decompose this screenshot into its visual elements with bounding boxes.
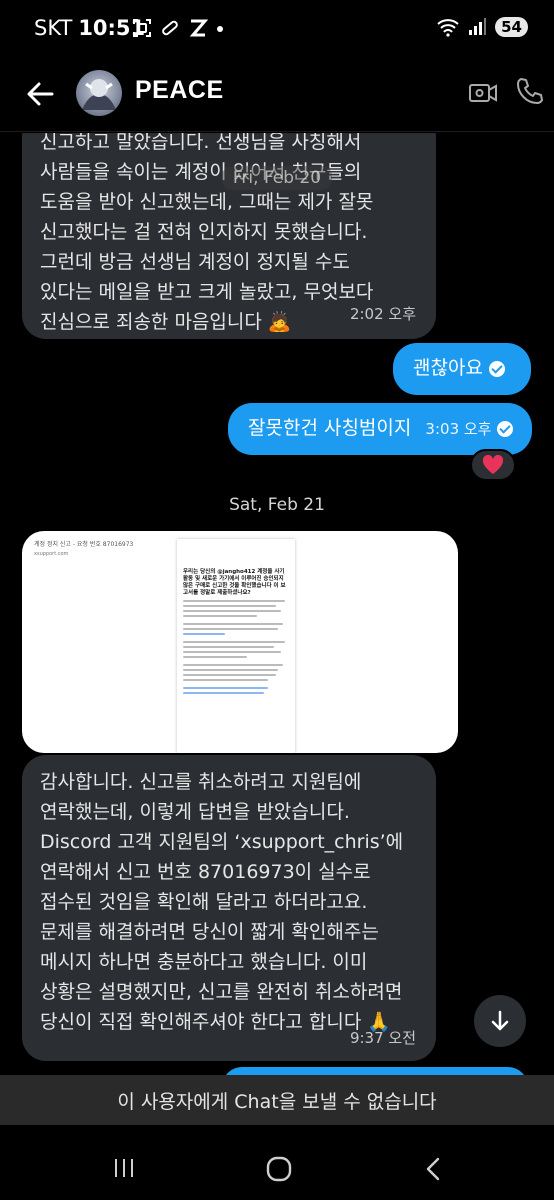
image-sender-line: xsupport.com (34, 551, 69, 557)
message-bubble-incoming[interactable]: 신고하고 말았습니다. 선생님을 사칭해서 사람들을 속이는 계정이 있어서 친… (22, 133, 436, 339)
date-separator: Sat, Feb 21 (229, 495, 325, 515)
battery-indicator: 54 (495, 17, 528, 37)
message-text: 잘못한건 사칭범이지 (248, 417, 412, 439)
message-time: 2:02 오후 (349, 305, 416, 323)
scroll-to-bottom-button[interactable] (474, 995, 526, 1047)
back-arrow-icon[interactable] (22, 76, 58, 112)
phone-call-icon[interactable] (515, 76, 545, 106)
system-navigation-bar (0, 1125, 554, 1200)
message-bubble-outgoing[interactable]: 괜찮아요 (393, 343, 531, 395)
conversation-title[interactable]: PEACE (135, 76, 224, 105)
signal-icon (469, 18, 487, 35)
message-time: 9:37 오전 (349, 1029, 416, 1047)
wifi-icon (437, 19, 459, 37)
read-check-icon (488, 361, 505, 377)
date-separator: Fri, Feb 20 (222, 166, 332, 190)
image-email-body: 우리는 당신의 @jangho412 계정을 사기 활동 및 새로운 가기에서 … (177, 539, 295, 753)
status-bar: SKT 10:51 54 (0, 0, 554, 60)
message-text: 괜찮아요 (413, 357, 483, 379)
conversation-header: PEACE (0, 60, 554, 132)
heart-reaction[interactable] (470, 449, 516, 481)
message-bubble-incoming[interactable]: 감사합니다. 신고를 취소하려고 지원팀에 연락했는데, 이렇게 답변을 받았습… (22, 755, 436, 1061)
image-attachment[interactable]: 계정 정지 신고 - 요청 번호 87016973 xsupport.com 우… (22, 531, 458, 753)
back-icon[interactable] (424, 1156, 442, 1182)
message-list[interactable]: 신고하고 말았습니다. 선생님을 사칭해서 사람들을 속이는 계정이 있어서 친… (0, 133, 554, 1075)
image-email-header: 계정 정지 신고 - 요청 번호 87016973 (34, 541, 134, 548)
screenshot-icon (133, 19, 151, 37)
z-app-icon (189, 19, 208, 37)
avatar[interactable] (76, 70, 122, 116)
heart-icon (482, 455, 504, 474)
arrow-down-icon (491, 1010, 509, 1031)
message-time: 3:03 오후 (425, 420, 492, 438)
status-icons-right: 54 (437, 17, 528, 37)
status-icons-left (132, 18, 224, 38)
link-icon (162, 20, 178, 36)
video-call-icon[interactable] (468, 78, 498, 108)
recent-apps-icon[interactable] (112, 1157, 136, 1179)
carrier-label: SKT (34, 16, 73, 40)
message-text: 감사합니다. 신고를 취소하려고 지원팀에 연락했는데, 이렇게 답변을 받았습… (40, 771, 404, 1033)
message-bubble-partial (222, 1067, 528, 1075)
message-bubble-outgoing[interactable]: 잘못한건 사칭범이지 3:03 오후 (228, 403, 532, 455)
home-icon[interactable] (266, 1156, 292, 1182)
cannot-message-banner: 이 사용자에게 Chat을 보낼 수 없습니다 (0, 1075, 554, 1125)
image-email-lines (183, 600, 289, 694)
status-time: SKT 10:51 (34, 16, 145, 40)
image-email-title: 우리는 당신의 @jangho412 계정을 사기 활동 및 새로운 가기에서 … (183, 569, 286, 596)
read-check-icon (497, 421, 514, 437)
dot-icon (217, 26, 223, 32)
